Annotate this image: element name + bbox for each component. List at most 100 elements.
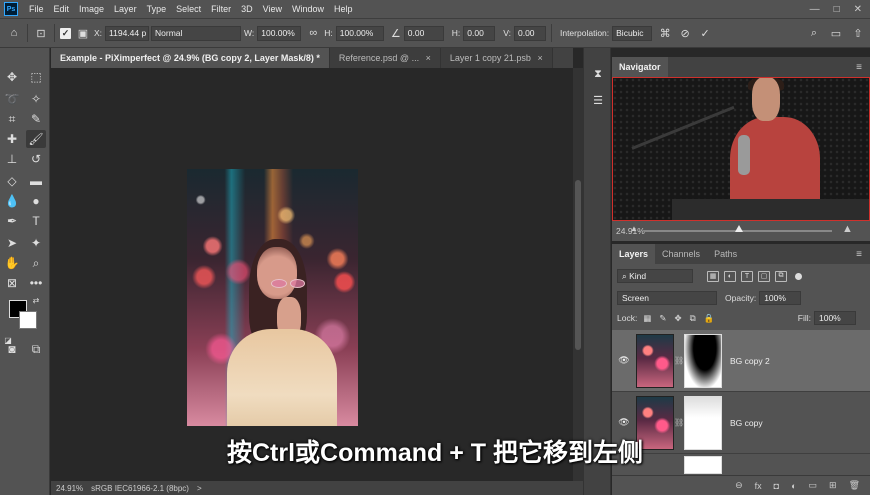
navigator-preview[interactable]: [612, 77, 870, 221]
lock-artboard-icon[interactable]: ⧉: [690, 313, 696, 324]
tab-reference[interactable]: Reference.psd @ ... ×: [329, 48, 441, 68]
lock-all-icon[interactable]: 🔒: [704, 313, 715, 324]
height-field[interactable]: 100.00%: [335, 25, 384, 41]
menu-layer[interactable]: Layer: [109, 4, 142, 14]
new-group-icon[interactable]: ▭: [809, 480, 818, 491]
eyedropper-tool-icon[interactable]: ✎: [26, 110, 46, 128]
menu-image[interactable]: Image: [74, 4, 109, 14]
zoom-slider-knob[interactable]: [735, 225, 743, 232]
blur-tool-icon[interactable]: 💧: [2, 192, 22, 210]
dodge-tool-icon[interactable]: ●: [26, 192, 46, 210]
workspace-icon[interactable]: ▭: [828, 25, 844, 41]
document-image[interactable]: [187, 169, 358, 426]
path-selection-tool-icon[interactable]: ➤: [2, 234, 22, 252]
angle-field[interactable]: 0.00: [403, 25, 444, 41]
quick-mask-icon[interactable]: ◙: [2, 340, 22, 358]
pixel-filter-icon[interactable]: ▦: [707, 270, 719, 282]
blend-mode-select[interactable]: Screen: [617, 291, 717, 305]
adjustment-layer-icon[interactable]: ◐: [791, 481, 796, 491]
menu-window[interactable]: Window: [287, 4, 329, 14]
history-panel-icon[interactable]: ⧗: [590, 66, 606, 82]
fx-icon[interactable]: fx: [755, 481, 762, 491]
layer-row[interactable]: 👁 ⛓ BG copy 2: [612, 330, 870, 392]
close-tab-icon[interactable]: ×: [426, 53, 431, 63]
minimize-icon[interactable]: —: [810, 4, 820, 15]
visibility-eye-icon[interactable]: 👁: [616, 355, 632, 366]
kind-filter-select[interactable]: ⌕ Kind: [617, 269, 693, 283]
lock-position-icon[interactable]: ✥: [674, 313, 681, 324]
menu-filter[interactable]: Filter: [206, 4, 236, 14]
width-field[interactable]: 100.00%: [257, 25, 302, 41]
move-tool-icon[interactable]: ✥: [2, 68, 22, 86]
mask-link-icon[interactable]: ⛓: [674, 356, 684, 365]
new-layer-icon[interactable]: ⊞: [829, 480, 837, 491]
tab-layer-1-copy[interactable]: Layer 1 copy 21.psb ×: [440, 48, 553, 68]
layer-name[interactable]: BG copy 2: [730, 356, 770, 366]
reference-point-checkbox[interactable]: ✓: [60, 27, 71, 39]
hand-tool-icon[interactable]: ✋: [2, 254, 22, 272]
type-tool-icon[interactable]: T: [26, 212, 46, 230]
menu-3d[interactable]: 3D: [236, 4, 258, 14]
link-icon[interactable]: ∞: [305, 25, 321, 41]
clone-stamp-tool-icon[interactable]: ⊥: [2, 150, 22, 168]
tab-layers[interactable]: Layers: [612, 244, 656, 264]
pen-tool-icon[interactable]: ✒: [2, 212, 22, 230]
status-arrow-icon[interactable]: >: [197, 484, 202, 493]
blend-mode-select[interactable]: Normal: [151, 25, 242, 41]
more-tools-icon[interactable]: •••: [26, 274, 46, 292]
scrollbar-thumb[interactable]: [575, 180, 581, 350]
marquee-tool-icon[interactable]: ⬚: [26, 68, 46, 86]
lasso-tool-icon[interactable]: ➰: [2, 90, 22, 108]
commit-transform-icon[interactable]: ✓: [697, 25, 713, 41]
zoom-tool-icon[interactable]: ⌕: [26, 254, 46, 272]
reference-point-icon[interactable]: ▣: [75, 25, 91, 41]
tab-channels[interactable]: Channels: [655, 244, 707, 264]
warp-icon[interactable]: ⌘: [657, 25, 673, 41]
zoom-out-icon[interactable]: ▲: [630, 224, 638, 233]
smart-object-filter-icon[interactable]: ⧉: [775, 270, 787, 282]
tab-navigator[interactable]: Navigator: [612, 57, 668, 77]
v-skew-field[interactable]: 0.00: [513, 25, 546, 41]
healing-tool-icon[interactable]: ✚: [2, 130, 22, 148]
visibility-eye-icon[interactable]: 👁: [616, 417, 632, 428]
x-field[interactable]: 1194.44 p: [105, 25, 150, 41]
type-filter-icon[interactable]: T: [741, 270, 753, 282]
shape-tool-icon[interactable]: ✦: [26, 234, 46, 252]
menu-type[interactable]: Type: [142, 4, 172, 14]
gradient-tool-icon[interactable]: ▬: [26, 172, 46, 190]
tab-example[interactable]: Example - PiXimperfect @ 24.9% (BG copy …: [51, 48, 330, 68]
h-skew-field[interactable]: 0.00: [463, 25, 496, 41]
panel-menu-icon[interactable]: ≡: [856, 62, 870, 73]
view-box[interactable]: [612, 77, 870, 221]
background-color-swatch[interactable]: [19, 311, 37, 329]
vertical-scrollbar[interactable]: [573, 68, 583, 481]
lock-transparent-icon[interactable]: ▦: [643, 313, 651, 324]
maximize-icon[interactable]: □: [834, 4, 840, 15]
properties-panel-icon[interactable]: ☰: [590, 92, 606, 108]
layer-name[interactable]: BG copy: [730, 418, 763, 428]
cancel-transform-icon[interactable]: ⊘: [677, 25, 693, 41]
brush-tool-icon[interactable]: 🖌: [26, 130, 46, 148]
zoom-in-icon[interactable]: ▲: [842, 223, 853, 235]
link-layers-icon[interactable]: ⊖: [735, 480, 743, 491]
add-mask-icon[interactable]: ◘: [774, 481, 779, 491]
share-icon[interactable]: ⇧: [850, 25, 866, 41]
adjustment-filter-icon[interactable]: ◐: [724, 270, 736, 282]
panel-menu-icon[interactable]: ≡: [856, 249, 870, 260]
menu-view[interactable]: View: [258, 4, 287, 14]
tab-paths[interactable]: Paths: [707, 244, 744, 264]
zoom-level[interactable]: 24.91%: [56, 484, 83, 493]
filter-toggle-icon[interactable]: [795, 272, 802, 280]
opacity-field[interactable]: 100%: [759, 291, 802, 305]
interpolation-select[interactable]: Bicubic: [612, 25, 653, 41]
lock-pixels-icon[interactable]: ✎: [659, 313, 666, 324]
home-icon[interactable]: ⌂: [6, 25, 22, 41]
layer-mask-thumbnail[interactable]: [684, 333, 722, 388]
search-icon[interactable]: ⌕: [806, 25, 822, 41]
swap-colors-icon[interactable]: ⇄: [30, 294, 42, 306]
menu-file[interactable]: File: [24, 4, 49, 14]
magic-wand-tool-icon[interactable]: ✧: [26, 90, 46, 108]
mask-link-icon[interactable]: ⛓: [674, 418, 684, 427]
screen-mode-icon[interactable]: ⧉: [26, 340, 46, 358]
shape-filter-icon[interactable]: ▢: [758, 270, 770, 282]
